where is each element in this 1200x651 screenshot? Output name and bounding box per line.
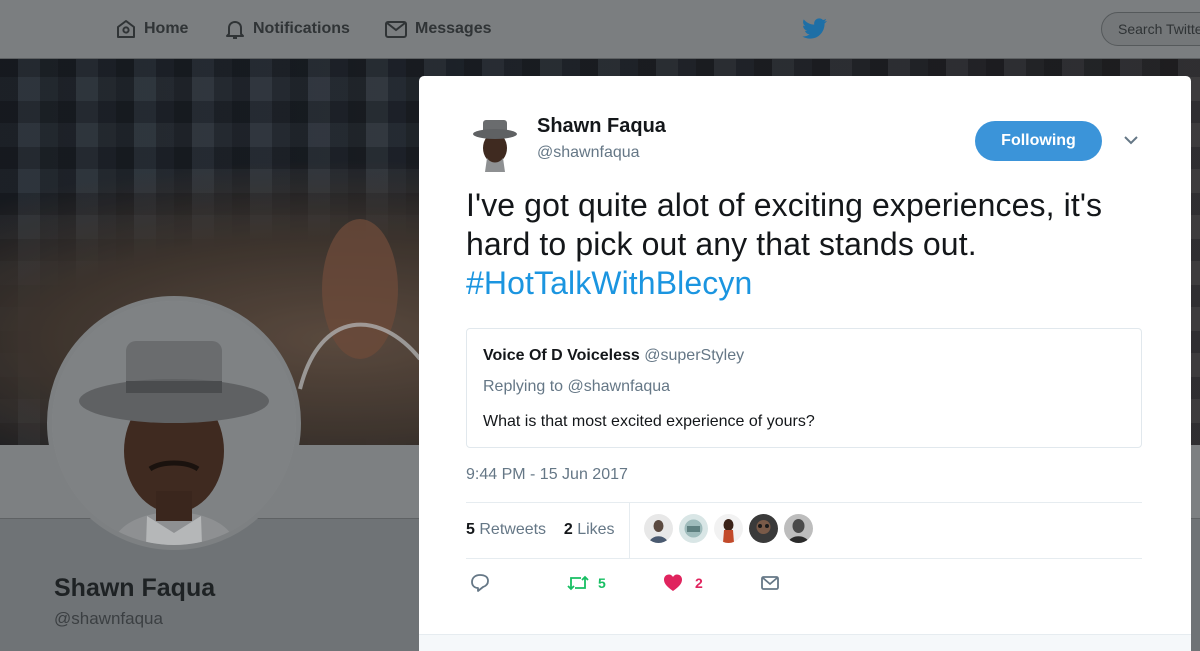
search-input[interactable]: Search Twitter — [1101, 12, 1200, 46]
twitter-bird-icon[interactable] — [802, 18, 828, 40]
retweets-stat[interactable]: 5 Retweets — [466, 521, 546, 538]
retweet-action-count: 5 — [598, 575, 606, 591]
direct-message-button[interactable] — [760, 573, 780, 593]
envelope-icon — [385, 21, 407, 38]
liker-avatar[interactable] — [714, 514, 743, 543]
replying-mention[interactable]: @shawnfaqua — [568, 378, 671, 395]
modal-footer — [419, 634, 1191, 651]
likes-stat[interactable]: 2 Likes — [564, 521, 615, 538]
like-button[interactable]: 2 — [663, 573, 703, 593]
likes-count: 2 — [563, 521, 573, 538]
quoted-name: Voice Of D Voiceless — [483, 347, 640, 364]
like-action-count: 2 — [695, 575, 703, 591]
retweet-icon — [567, 575, 589, 591]
liker-avatar[interactable] — [784, 514, 813, 543]
retweets-label: Retweets — [479, 521, 547, 538]
top-navigation: Home Notifications Messages Search Twitt… — [0, 0, 1200, 59]
bell-icon — [226, 21, 244, 39]
quoted-text: What is that most excited experience of … — [483, 413, 815, 430]
direct-message-icon — [761, 576, 779, 590]
nav-messages-label: Messages — [415, 20, 492, 37]
tweet-text: I've got quite alot of exciting experien… — [466, 186, 1166, 303]
likes-label: Likes — [577, 521, 615, 538]
nav-notifications-label: Notifications — [253, 20, 350, 37]
liker-avatar[interactable] — [749, 514, 778, 543]
tweet-modal: Shawn Faqua @shawnfaqua Following I've g… — [419, 76, 1191, 651]
home-icon — [117, 20, 135, 38]
author-name[interactable]: Shawn Faqua — [537, 115, 666, 138]
likers-avatars — [644, 514, 819, 543]
quoted-replying: Replying to @shawnfaqua — [483, 378, 670, 396]
retweets-count: 5 — [466, 521, 475, 538]
stats-divider-bottom — [466, 558, 1142, 559]
following-button[interactable]: Following — [975, 121, 1102, 161]
heart-icon — [664, 574, 682, 591]
retweet-button[interactable]: 5 — [566, 573, 606, 593]
replying-prefix: Replying to — [483, 378, 564, 395]
nav-home[interactable]: Home — [115, 0, 188, 58]
profile-avatar-image — [52, 301, 296, 545]
nav-home-label: Home — [144, 20, 189, 37]
author-handle[interactable]: @shawnfaqua — [537, 144, 640, 162]
tweet-timestamp[interactable]: 9:44 PM - 15 Jun 2017 — [466, 466, 628, 484]
quoted-handle: @superStyley — [644, 347, 745, 364]
reply-button[interactable] — [470, 573, 490, 593]
author-avatar[interactable] — [471, 112, 519, 172]
profile-avatar[interactable] — [47, 296, 301, 550]
quoted-author: Voice Of D Voiceless @superStyley — [483, 347, 744, 365]
stats-separator — [629, 503, 630, 559]
quoted-tweet[interactable]: Voice Of D Voiceless @superStyley Replyi… — [466, 328, 1142, 448]
tweet-hashtag[interactable]: #HotTalkWithBlecyn — [466, 265, 752, 301]
reply-icon — [471, 574, 489, 592]
profile-name: Shawn Faqua — [54, 574, 216, 602]
nav-notifications[interactable]: Notifications — [224, 0, 350, 58]
profile-handle: @shawnfaqua — [54, 609, 163, 628]
liker-avatar[interactable] — [644, 514, 673, 543]
tweet-stats: 5 Retweets 2 Likes — [466, 521, 615, 539]
liker-avatar[interactable] — [679, 514, 708, 543]
nav-messages[interactable]: Messages — [384, 0, 492, 58]
tweet-body: I've got quite alot of exciting experien… — [466, 187, 1103, 262]
stats-divider-top — [466, 502, 1142, 503]
chevron-down-icon[interactable] — [1123, 132, 1139, 148]
